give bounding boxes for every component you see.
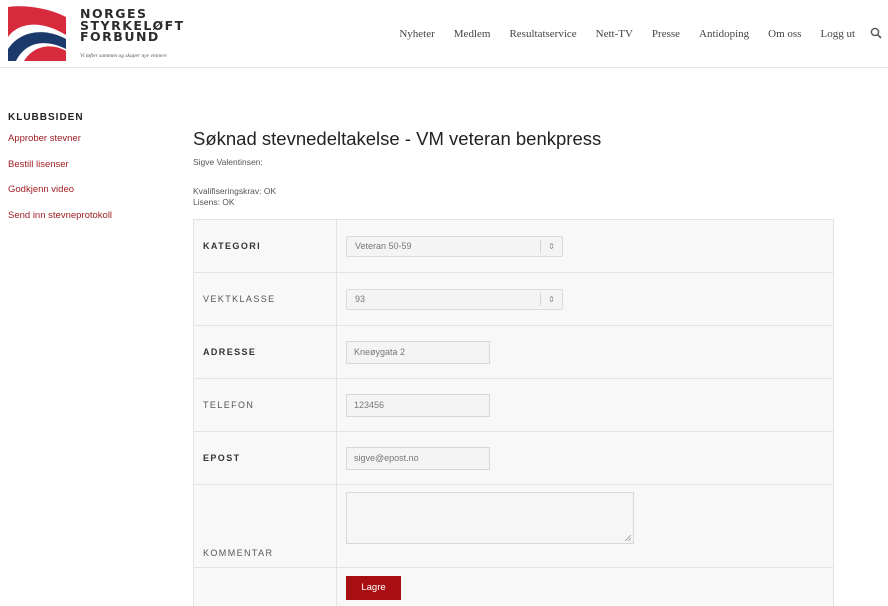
form-row-telefon: TELEFON 123456 [193,378,834,432]
main-nav: Nyheter Medlem Resultatservice Nett-TV P… [380,0,882,68]
adresse-label: ADRESSE [193,325,337,379]
nav-item-nett-tv[interactable]: Nett-TV [596,28,633,40]
nav-item-om-oss[interactable]: Om oss [768,28,801,40]
form-row-epost: EPOST sigve@epost.no [193,431,834,485]
form-row-submit: Lagre [193,567,834,606]
kategori-select[interactable]: Veteran 50-59 ⇕ [346,235,563,257]
vektklasse-select[interactable]: 93 ⇕ [346,288,563,310]
form-row-vektklasse: VEKTKLASSE 93 ⇕ [193,272,834,326]
page-title: Søknad stevnedeltakelse - VM veteran ben… [193,128,602,149]
nav-item-presse[interactable]: Presse [652,28,680,40]
select-arrows-icon: ⇕ [540,239,562,253]
form-row-kommentar: KOMMENTAR [193,484,834,568]
nav-item-medlem[interactable]: Medlem [454,28,491,40]
kommentar-textarea[interactable] [346,492,634,544]
kategori-selected-value: Veteran 50-59 [355,240,412,251]
main-content: Søknad stevnedeltakelse - VM veteran ben… [193,128,843,208]
resize-grip-icon[interactable] [625,535,631,541]
logo-emblem-icon [8,6,66,61]
search-icon[interactable] [870,27,882,39]
adresse-input[interactable]: Kneøygata 2 [346,340,490,364]
athlete-name: Sigve Valentinsen: [193,157,263,167]
nav-item-logg-ut[interactable]: Logg ut [820,28,855,40]
nav-item-antidoping[interactable]: Antidoping [699,28,749,40]
epost-input[interactable]: sigve@epost.no [346,446,490,470]
sidebar-link-bestill-lisenser[interactable]: Bestill lisenser [8,159,168,170]
save-button[interactable]: Lagre [346,575,401,600]
form-row-adresse: ADRESSE Kneøygata 2 [193,325,834,379]
telefon-input[interactable]: 123456 [346,393,490,417]
application-form: KATEGORI Veteran 50-59 ⇕ VEKTKLASSE 93 ⇕… [193,219,834,606]
kommentar-label: KOMMENTAR [193,484,337,568]
sidebar: KLUBBSIDEN Approber stevner Bestill lise… [8,112,168,235]
kategori-label: KATEGORI [193,219,337,273]
nsf-logo[interactable]: NORGES STYRKELØFT FORBUND Vi løfter samm… [6,5,196,65]
logo-wordmark: NORGES STYRKELØFT FORBUND [80,8,185,43]
logo-line-3: FORBUND [80,29,160,44]
sidebar-title: KLUBBSIDEN [8,112,84,123]
site-header: NORGES STYRKELØFT FORBUND Vi løfter samm… [0,0,888,68]
nav-item-resultatservice[interactable]: Resultatservice [509,28,576,40]
form-row-kategori: KATEGORI Veteran 50-59 ⇕ [193,219,834,273]
vektklasse-selected-value: 93 [355,293,366,304]
sidebar-link-godkjenn-video[interactable]: Godkjenn video [8,184,168,195]
nav-item-nyheter[interactable]: Nyheter [399,28,434,40]
logo-tagline: Vi løfter sammen og skaper nye vinnere [80,53,167,59]
sidebar-link-approber-stevner[interactable]: Approber stevner [8,133,168,144]
vektklasse-label: VEKTKLASSE [193,272,337,326]
telefon-label: TELEFON [193,378,337,432]
select-arrows-icon: ⇕ [540,292,562,306]
epost-label: EPOST [193,431,337,485]
license-status: Lisens: OK [193,197,235,207]
qualification-status: Kvalifiseringskrav: OK [193,186,277,196]
sidebar-link-send-stevneprotokoll[interactable]: Send inn stevneprotokoll [8,210,168,221]
